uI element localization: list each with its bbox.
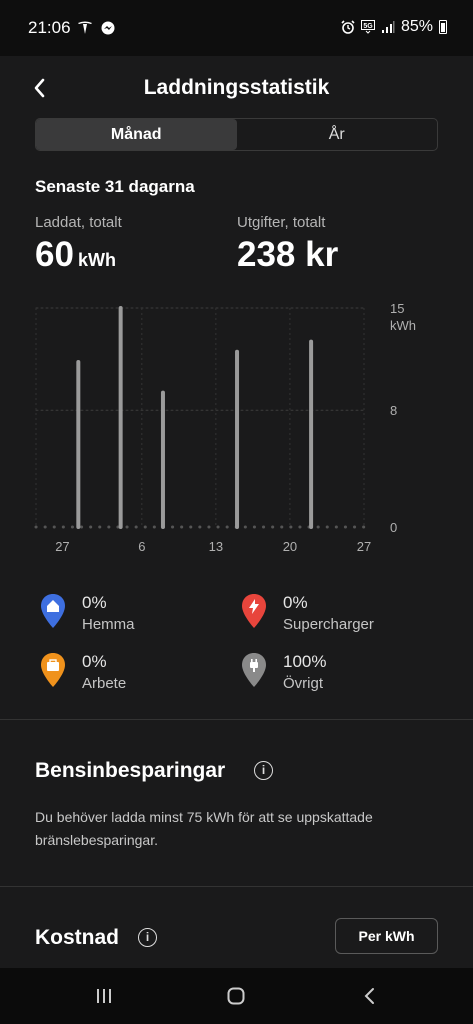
supercharger-pin-icon xyxy=(242,594,266,628)
charged-unit: kWh xyxy=(77,250,116,270)
cost-title: Kostnad xyxy=(35,926,119,949)
messenger-icon xyxy=(101,21,115,35)
status-bar: 21:06 5G 85% xyxy=(0,0,473,56)
cost-label: Utgifter, totalt xyxy=(237,214,326,231)
savings-body: Du behöver ladda minst 75 kWh för att se… xyxy=(35,809,373,848)
home-pin-icon xyxy=(41,594,65,628)
home-icon[interactable] xyxy=(226,986,246,1006)
legend-home-name: Hemma xyxy=(82,616,135,633)
chart-x-tick-label: 27 xyxy=(357,539,371,554)
battery-icon xyxy=(439,20,447,34)
legend-work-name: Arbete xyxy=(82,675,127,692)
legend-home: 0% Hemma xyxy=(40,592,135,636)
legend-supercharger-pct: 0% xyxy=(283,593,308,612)
legend-work-pct: 0% xyxy=(82,652,107,671)
savings-title: Bensinbesparingar xyxy=(35,759,226,782)
5g-icon: 5G xyxy=(360,20,375,34)
charged-label: Laddat, totalt xyxy=(35,214,122,231)
charged-value: 60 kWh xyxy=(35,235,116,275)
chart-x-tick-label: 13 xyxy=(209,539,223,554)
back-nav-icon[interactable] xyxy=(360,986,380,1006)
work-pin-icon xyxy=(41,653,65,687)
notification-icons xyxy=(77,19,115,35)
legend-other-name: Övrigt xyxy=(283,675,324,692)
legend-home-pct: 0% xyxy=(82,593,107,612)
system-icons: 5G 85% xyxy=(341,18,447,36)
chart-x-tick-label: 20 xyxy=(283,539,297,554)
tab-month[interactable]: Månad xyxy=(36,119,237,150)
legend-other: 100% Övrigt xyxy=(241,651,326,695)
tab-year[interactable]: År xyxy=(237,119,438,150)
alarm-icon xyxy=(341,20,355,34)
chart-x-tick-label: 27 xyxy=(55,539,69,554)
charging-chart: 15 8 0 kWh 27 6 13 20 27 xyxy=(34,301,416,554)
divider xyxy=(0,886,473,887)
per-kwh-button[interactable]: Per kWh xyxy=(335,918,438,954)
legend-supercharger-name: Supercharger xyxy=(283,616,374,633)
chart-y-tick-label: 8 xyxy=(390,403,397,418)
divider xyxy=(0,719,473,720)
page-title: Laddningsstatistik xyxy=(143,76,330,99)
header: Laddningsstatistik xyxy=(0,56,473,118)
charged-number: 60 xyxy=(35,235,74,274)
chart-y-tick-label: 0 xyxy=(390,520,397,535)
svg-text:5G: 5G xyxy=(363,23,373,30)
info-icon[interactable]: i xyxy=(138,928,157,947)
period-tabs: Månad År xyxy=(35,118,438,151)
tesla-icon xyxy=(78,21,92,35)
plug-pin-icon xyxy=(242,653,266,687)
battery-percent: 85% xyxy=(400,18,433,35)
legend-supercharger: 0% Supercharger xyxy=(241,592,374,636)
chart-y-tick-label: 15 xyxy=(390,301,404,316)
signal-icon xyxy=(381,21,395,33)
info-icon[interactable]: i xyxy=(254,761,273,780)
chart-y-unit: kWh xyxy=(390,318,416,333)
legend-work: 0% Arbete xyxy=(40,651,126,695)
chart-x-tick-label: 6 xyxy=(138,539,145,554)
status-time: 21:06 xyxy=(28,18,71,37)
cost-value: 238 kr xyxy=(237,235,339,274)
period-label: Senaste 31 dagarna xyxy=(35,177,195,196)
system-nav-bar xyxy=(0,968,473,1024)
legend-other-pct: 100% xyxy=(283,652,327,671)
recent-apps-icon[interactable] xyxy=(94,986,114,1006)
